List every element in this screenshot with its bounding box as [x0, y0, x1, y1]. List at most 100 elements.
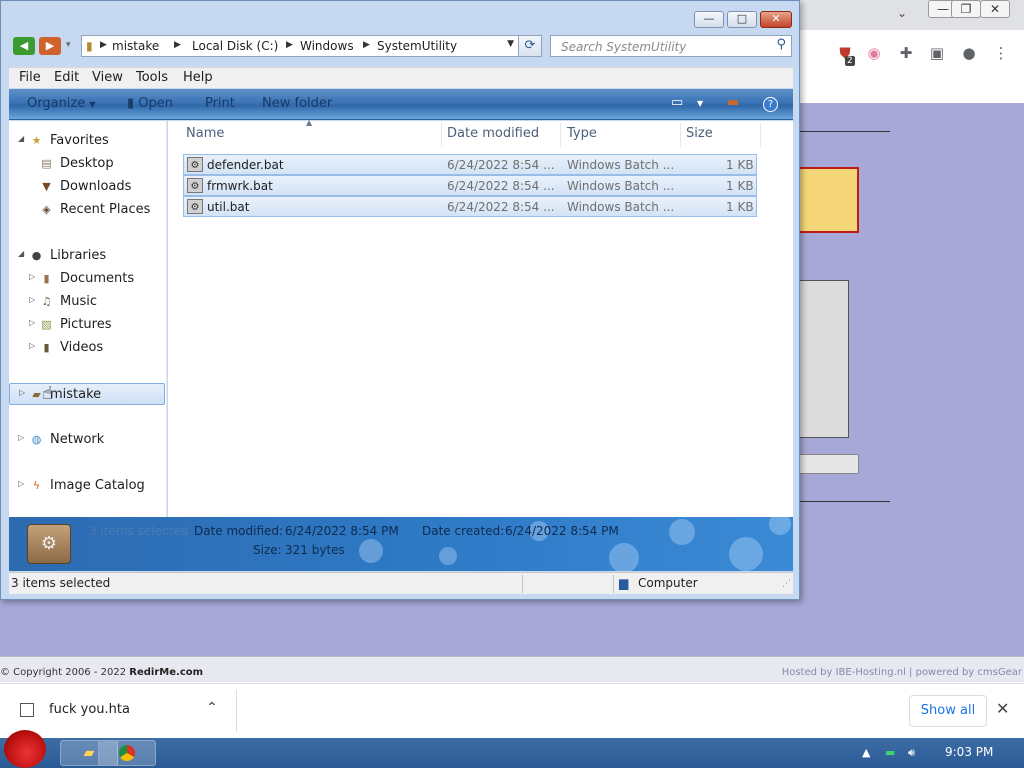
nav-image-catalog-label: Image Catalog — [50, 478, 145, 493]
breadcrumb-local-disk[interactable]: Local Disk (C:) — [192, 39, 278, 53]
close-icon[interactable]: ✕ — [996, 699, 1009, 718]
nav-recent-places[interactable]: ◈ Recent Places — [9, 199, 167, 221]
collapse-arrow-icon[interactable]: ◢ — [18, 134, 24, 143]
search-icon[interactable]: ⚲ — [776, 37, 786, 52]
address-dropdown-icon[interactable]: ▼ — [507, 39, 514, 49]
browser-menu-icon[interactable]: ⋮ — [990, 42, 1012, 64]
tray-volume-icon[interactable]: 🔊︎ — [908, 746, 915, 760]
file-row-frmwrk[interactable]: ⚙ frmwrk.bat 6/24/2022 8:54 ... Windows … — [183, 175, 757, 196]
breadcrumb-chevron-icon[interactable]: ▶ — [286, 40, 293, 50]
menu-help[interactable]: Help — [183, 70, 213, 85]
tray-network-icon[interactable]: ▬ — [885, 746, 895, 759]
taskbar-clock[interactable]: 9:03 PM — [945, 745, 993, 759]
computer-icon: ▆ — [619, 576, 629, 590]
profile-avatar-icon[interactable]: ● — [958, 42, 980, 64]
batch-file-icon: ⚙ — [187, 199, 203, 214]
browser-tab-search-chevron[interactable]: ⌄ — [897, 6, 907, 20]
menu-view[interactable]: View — [92, 70, 123, 85]
taskbar-chrome-button[interactable] — [98, 740, 156, 766]
expand-arrow-icon[interactable]: ▷ — [18, 479, 24, 488]
collapse-arrow-icon[interactable]: ◢ — [18, 249, 24, 258]
view-options-chevron-icon[interactable]: ▼ — [697, 99, 703, 108]
menu-edit[interactable]: Edit — [54, 70, 79, 85]
nav-favorites[interactable]: ◢ ★ Favorites — [9, 130, 167, 152]
nav-network[interactable]: ▷ ◍ Network — [9, 429, 167, 451]
resize-grip-icon[interactable]: ⋰ — [782, 579, 791, 589]
expand-arrow-icon[interactable]: ▷ — [29, 318, 35, 327]
file-date-modified: 6/24/2022 8:54 ... — [447, 179, 555, 193]
change-view-icon[interactable]: ▭ — [671, 95, 683, 110]
column-divider[interactable] — [680, 123, 681, 147]
footer-brand-link[interactable]: RedirMe.com — [129, 667, 203, 678]
new-folder-button[interactable]: New folder — [262, 96, 332, 111]
breadcrumb-chevron-icon[interactable]: ▶ — [363, 40, 370, 50]
file-row-defender[interactable]: ⚙ defender.bat 6/24/2022 8:54 ... Window… — [183, 154, 757, 175]
nav-downloads[interactable]: ▼ Downloads — [9, 176, 167, 198]
expand-arrow-icon[interactable]: ▷ — [18, 433, 24, 442]
preview-pane-icon[interactable]: ▬ — [727, 95, 739, 110]
tray-expand-icon[interactable]: ▲ — [862, 746, 870, 759]
column-divider[interactable] — [760, 123, 761, 147]
file-size: 1 KB — [726, 200, 754, 214]
close-button[interactable]: ✕ — [760, 11, 792, 28]
footer-hosted-link[interactable]: Hosted by IBE-Hosting.nl — [782, 667, 906, 678]
minimize-button[interactable]: — — [694, 11, 724, 28]
expand-arrow-icon[interactable]: ▷ — [29, 341, 35, 350]
browser-close-button[interactable]: ✕ — [980, 0, 1010, 18]
chevron-up-icon[interactable]: ⌃ — [206, 700, 218, 716]
menu-tools[interactable]: Tools — [136, 70, 168, 85]
nav-libraries[interactable]: ◢ ● Libraries — [9, 245, 167, 267]
breadcrumb-mistake[interactable]: mistake — [112, 39, 159, 53]
open-button[interactable]: ▮ Open — [127, 96, 173, 111]
batch-file-icon: ⚙ — [187, 178, 203, 193]
download-item-name[interactable]: fuck you.hta — [49, 702, 130, 717]
organize-label: Organize — [27, 96, 86, 111]
file-name: util.bat — [207, 200, 250, 214]
help-icon[interactable]: ? — [763, 97, 778, 112]
file-type: Windows Batch ... — [567, 158, 675, 172]
open-label: Open — [138, 96, 174, 111]
footer-powered-link[interactable]: powered by cmsGear — [916, 667, 1022, 678]
column-header-type[interactable]: Type — [567, 126, 597, 141]
tracker-extension-icon[interactable]: ◉ — [863, 42, 885, 64]
organize-button[interactable]: Organize ▼ — [27, 96, 96, 111]
recent-locations-chevron-icon[interactable]: ▾ — [66, 40, 71, 50]
show-all-button[interactable]: Show all — [909, 695, 987, 727]
back-button[interactable]: ◀ — [13, 37, 35, 55]
expand-arrow-icon[interactable]: ▷ — [29, 272, 35, 281]
browser-restore-button[interactable]: ❐ — [951, 0, 981, 18]
nav-user-folder[interactable]: ▷ ▰ mistake — [9, 383, 165, 405]
nav-pictures-label: Pictures — [60, 317, 112, 332]
start-button-angry-bird-icon[interactable] — [4, 730, 46, 768]
expand-arrow-icon[interactable]: ▷ — [29, 295, 35, 304]
expand-arrow-icon[interactable]: ▷ — [19, 388, 25, 397]
column-header-size[interactable]: Size — [686, 126, 713, 141]
column-header-name[interactable]: Name — [186, 126, 224, 141]
nav-music[interactable]: ▷ ♫ Music — [9, 291, 167, 313]
column-divider[interactable] — [560, 123, 561, 147]
search-input[interactable]: Search SystemUtility ⚲ — [550, 35, 792, 57]
column-divider[interactable] — [441, 123, 442, 147]
nav-pictures[interactable]: ▷ ▧ Pictures — [9, 314, 167, 336]
maximize-button[interactable]: □ — [727, 11, 757, 28]
menu-file[interactable]: File — [19, 70, 41, 85]
folder-icon: ▮ — [86, 39, 93, 53]
refresh-button[interactable]: ⟳ — [518, 35, 542, 57]
column-header-date-modified[interactable]: Date modified — [447, 126, 539, 141]
nav-image-catalog[interactable]: ▷ ϟ Image Catalog — [9, 475, 167, 497]
side-panel-icon[interactable]: ▣ — [926, 42, 948, 64]
file-row-util[interactable]: ⚙ util.bat 6/24/2022 8:54 ... Windows Ba… — [183, 196, 757, 217]
details-size-value: 321 bytes — [285, 543, 345, 557]
breadcrumb-windows[interactable]: Windows — [300, 39, 354, 53]
print-button[interactable]: Print — [205, 96, 235, 111]
address-bar[interactable]: ▮ ▶ mistake ▶ Local Disk (C:) ▶ Windows … — [81, 35, 519, 57]
breadcrumb-systemutility[interactable]: SystemUtility — [377, 39, 457, 53]
breadcrumb-chevron-icon[interactable]: ▶ — [174, 40, 181, 50]
puzzle-extensions-icon[interactable]: ✚ — [895, 42, 917, 64]
hta-file-icon — [20, 703, 34, 717]
nav-desktop[interactable]: ▤ Desktop — [9, 153, 167, 175]
nav-documents[interactable]: ▷ ▮ Documents — [9, 268, 167, 290]
nav-videos[interactable]: ▷ ▮ Videos — [9, 337, 167, 359]
breadcrumb-chevron-icon[interactable]: ▶ — [100, 40, 107, 50]
forward-button[interactable]: ▶ — [39, 37, 61, 55]
